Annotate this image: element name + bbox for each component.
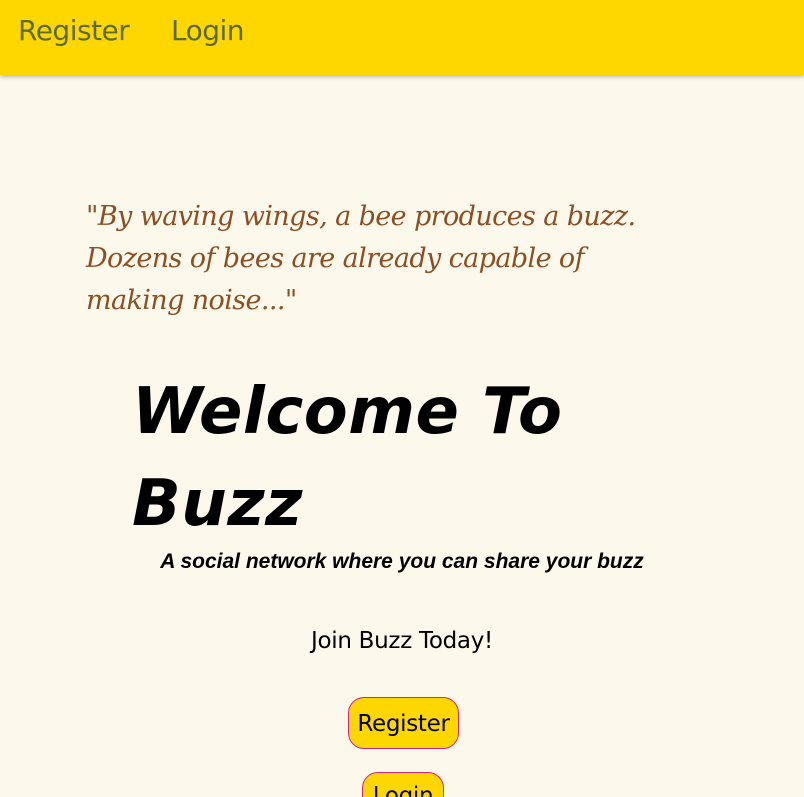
- nav-login-link[interactable]: Login: [171, 14, 245, 47]
- login-button[interactable]: Login: [362, 772, 444, 797]
- tagline: A social network where you can share you…: [160, 550, 644, 573]
- nav-register-link[interactable]: Register: [18, 14, 130, 47]
- bee-quote: "By waving wings, a bee produces a buzz.…: [86, 201, 636, 316]
- top-nav-bar: Register Login: [0, 0, 804, 75]
- welcome-title: Welcome To Buzz: [132, 375, 563, 541]
- register-button[interactable]: Register: [348, 697, 459, 749]
- join-heading: Join Buzz Today!: [311, 628, 493, 654]
